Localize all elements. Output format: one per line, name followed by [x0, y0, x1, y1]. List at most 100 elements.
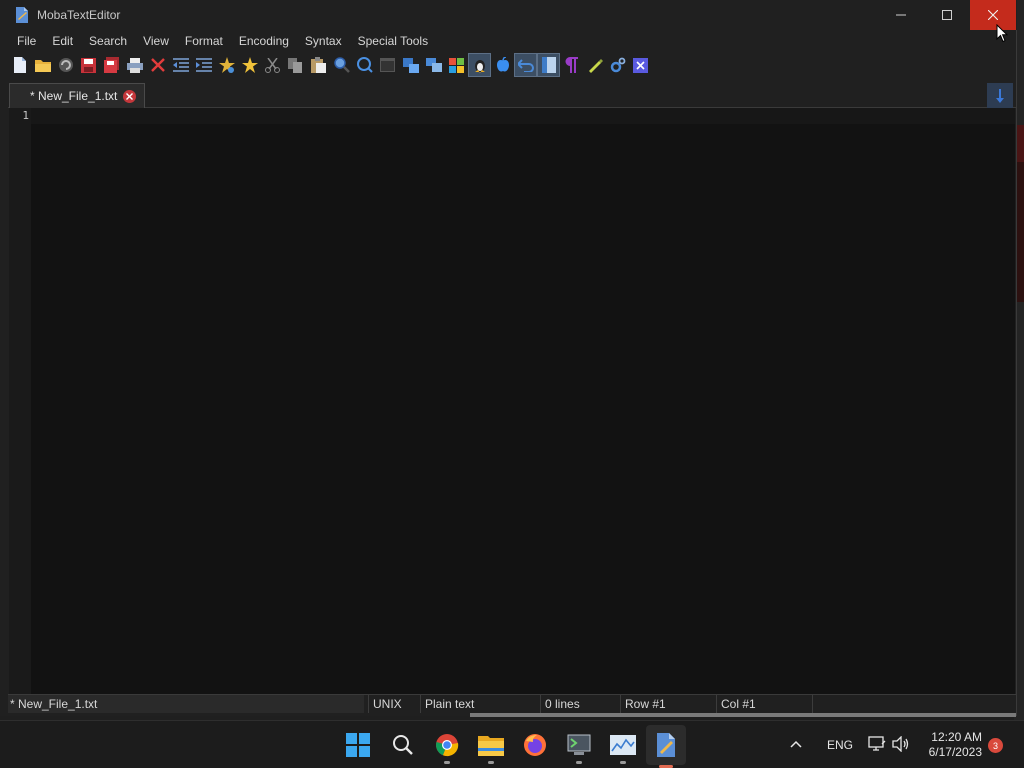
- linux-icon: [474, 60, 485, 73]
- print-button[interactable]: [123, 53, 146, 77]
- replace-button[interactable]: [353, 53, 376, 77]
- horizontal-scrollbar[interactable]: [470, 713, 1016, 717]
- file-explorer-icon: [478, 736, 504, 756]
- apple-button[interactable]: [491, 53, 514, 77]
- tab-label: * New_File_1.txt: [30, 89, 118, 103]
- taskbar-terminal[interactable]: [563, 729, 595, 764]
- apple-icon: [496, 57, 509, 72]
- favorite-button[interactable]: [238, 53, 261, 77]
- reload-icon: [58, 58, 73, 72]
- close-file-button[interactable]: [146, 53, 169, 77]
- cut-button[interactable]: [261, 53, 284, 77]
- windows-button[interactable]: [445, 53, 468, 77]
- multi-window-icon: [425, 58, 442, 72]
- volume-button[interactable]: [892, 735, 910, 755]
- bookmark-icon: [218, 57, 235, 73]
- tab-close-icon: [126, 93, 133, 100]
- tab-strip: * New_File_1.txt: [8, 83, 1016, 108]
- indent-icon: [195, 58, 212, 72]
- app-icon: [16, 7, 28, 23]
- unindent-icon: [172, 58, 189, 72]
- minimize-button[interactable]: [878, 0, 924, 30]
- tab-close-button[interactable]: [123, 90, 136, 103]
- indent-button[interactable]: [192, 53, 215, 77]
- status-syntax[interactable]: Plain text: [420, 695, 540, 713]
- language-indicator[interactable]: ENG: [827, 738, 853, 752]
- terminal-button[interactable]: [376, 53, 399, 77]
- new-file-button[interactable]: [8, 53, 31, 77]
- settings-button[interactable]: [606, 53, 629, 77]
- compare-button[interactable]: [399, 53, 422, 77]
- menu-search[interactable]: Search: [81, 30, 135, 52]
- undo-button[interactable]: [514, 53, 537, 77]
- menu-special-tools[interactable]: Special Tools: [350, 30, 437, 52]
- bookmark-button[interactable]: [215, 53, 238, 77]
- panel-button[interactable]: [537, 53, 560, 77]
- menu-file[interactable]: File: [9, 30, 44, 52]
- replace-icon: [356, 57, 373, 73]
- close-icon: [988, 10, 998, 20]
- reload-button[interactable]: [54, 53, 77, 77]
- show-whitespace-button[interactable]: [560, 53, 583, 77]
- network-button[interactable]: [868, 736, 886, 755]
- close-button[interactable]: [970, 0, 1016, 30]
- settings-icon: [610, 57, 625, 73]
- multi-window-button[interactable]: [422, 53, 445, 77]
- search-button[interactable]: [387, 729, 419, 761]
- mobatexteditor-window: MobaTextEditor File Edit Search View For…: [0, 0, 1017, 716]
- status-empty: [812, 695, 1016, 713]
- close-file-icon: [150, 58, 165, 72]
- save-all-button[interactable]: [100, 53, 123, 77]
- pilcrow-icon: [565, 57, 578, 73]
- linux-button[interactable]: [468, 53, 491, 77]
- copy-icon: [288, 57, 302, 73]
- line-number-gutter: 1: [9, 108, 31, 694]
- chrome-icon: [436, 734, 459, 757]
- toolbar: [8, 53, 652, 77]
- taskbar-mobatexteditor[interactable]: [646, 725, 686, 768]
- print-icon: [126, 57, 143, 73]
- highlight-icon: [588, 59, 603, 73]
- network-icon: [868, 736, 886, 751]
- paste-button[interactable]: [307, 53, 330, 77]
- find-icon: [333, 57, 350, 73]
- start-button[interactable]: [342, 729, 374, 761]
- show-hidden-icons-button[interactable]: [790, 737, 802, 751]
- taskbar-chart-app[interactable]: [607, 729, 639, 764]
- clock-date: 6/17/2023: [928, 745, 982, 759]
- maximize-button[interactable]: [924, 0, 970, 30]
- current-line-highlight: [31, 108, 1015, 124]
- find-button[interactable]: [330, 53, 353, 77]
- menu-encoding[interactable]: Encoding: [231, 30, 297, 52]
- menu-edit[interactable]: Edit: [44, 30, 81, 52]
- window-title: MobaTextEditor: [37, 8, 121, 22]
- terminal-icon: [567, 734, 591, 755]
- tab-list-button[interactable]: [987, 83, 1013, 108]
- open-button[interactable]: [31, 53, 54, 77]
- menu-bar: File Edit Search View Format Encoding Sy…: [0, 30, 1017, 52]
- favorite-icon: [241, 57, 258, 73]
- desktop-screen: MobaTextEditor File Edit Search View For…: [0, 0, 1024, 768]
- chevron-up-icon: [790, 740, 802, 748]
- running-indicator: [576, 761, 582, 764]
- status-line-ending[interactable]: UNIX: [368, 695, 420, 713]
- menu-format[interactable]: Format: [177, 30, 231, 52]
- new-file-icon: [13, 57, 26, 73]
- taskbar-firefox[interactable]: [519, 729, 551, 761]
- exit-button[interactable]: [629, 53, 652, 77]
- menu-view[interactable]: View: [135, 30, 177, 52]
- save-button[interactable]: [77, 53, 100, 77]
- minimize-icon: [896, 14, 906, 16]
- unindent-button[interactable]: [169, 53, 192, 77]
- tab-new-file-1[interactable]: * New_File_1.txt: [9, 83, 145, 108]
- text-editor-area[interactable]: 1: [9, 108, 1015, 694]
- copy-button[interactable]: [284, 53, 307, 77]
- taskbar-file-explorer[interactable]: [475, 729, 507, 764]
- notification-badge[interactable]: 3: [988, 738, 1003, 753]
- taskbar-chrome[interactable]: [431, 729, 463, 764]
- highlight-button[interactable]: [583, 53, 606, 77]
- status-row: Row #1: [620, 695, 716, 713]
- menu-syntax[interactable]: Syntax: [297, 30, 350, 52]
- clock[interactable]: 12:20 AM 6/17/2023: [920, 730, 982, 760]
- taskbar: ENG 12:20 AM 6/17/2023 3: [0, 720, 1024, 768]
